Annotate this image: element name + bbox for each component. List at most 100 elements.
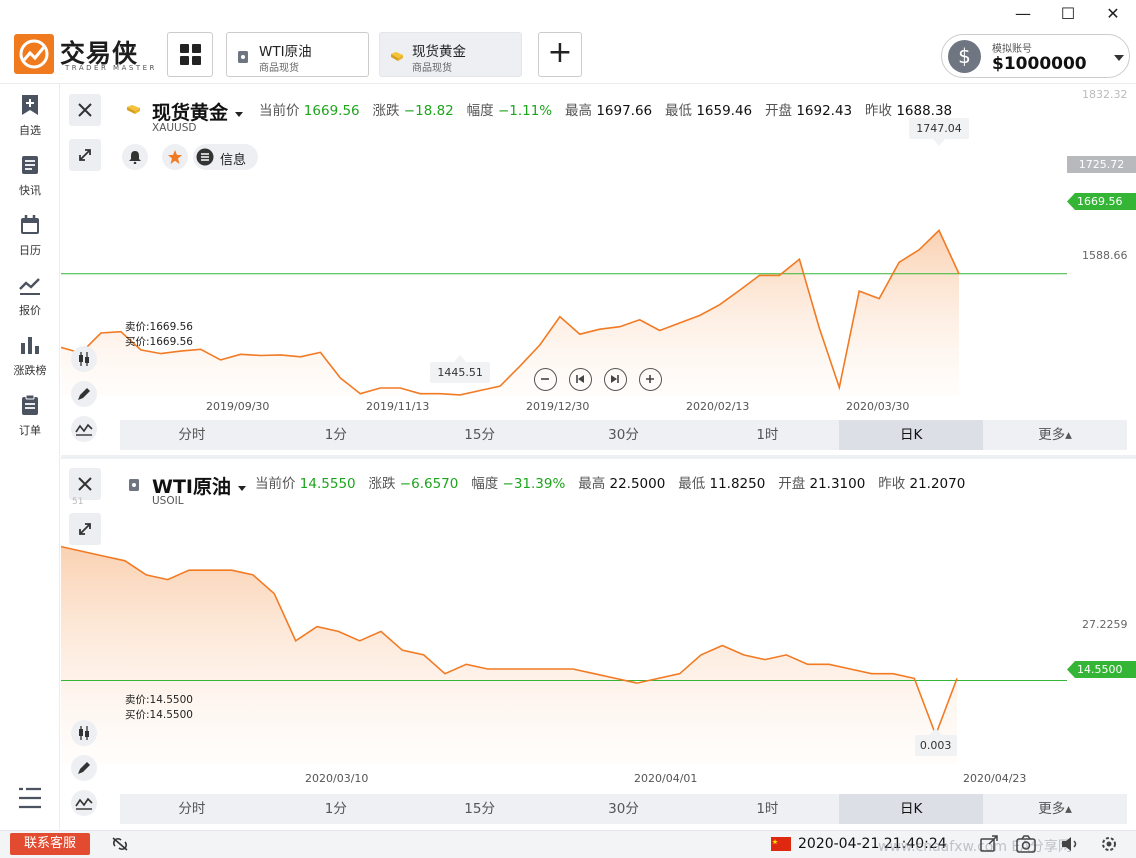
close-icon bbox=[78, 477, 92, 491]
quote-label: 开盘 bbox=[765, 103, 793, 119]
tab-label: 现货黄金 bbox=[412, 44, 466, 60]
brand-subtitle: TRADER MASTER bbox=[65, 64, 157, 72]
oil-area-fill bbox=[61, 546, 957, 764]
minimize-button[interactable]: — bbox=[1000, 0, 1046, 26]
timeframe-30m[interactable]: 30分 bbox=[552, 420, 696, 450]
account-selector[interactable]: $ 模拟账号 $1000000 bbox=[941, 34, 1130, 78]
sidebar-label: 日历 bbox=[19, 244, 41, 257]
tab-type: 商品现货 bbox=[259, 63, 299, 74]
sidebar-label: 涨跌榜 bbox=[13, 364, 47, 377]
instrument-selector[interactable]: 现货黄金 bbox=[152, 98, 244, 125]
order-clipboard-icon bbox=[22, 394, 38, 415]
quote-label: 最低 bbox=[665, 103, 693, 119]
account-label: 模拟账号 bbox=[992, 44, 1032, 55]
draw-tool-button[interactable] bbox=[71, 755, 97, 781]
x-axis-tick-label: 2020/02/13 bbox=[686, 400, 750, 413]
timeframe-daily[interactable]: 日K bbox=[839, 420, 984, 450]
y-axis-label: 1832.32 bbox=[1082, 88, 1128, 101]
sidebar-item-quotes[interactable]: 报价 bbox=[0, 266, 60, 326]
sidebar-label: 报价 bbox=[19, 304, 41, 317]
candlestick-icon bbox=[79, 352, 89, 366]
jump-start-button[interactable] bbox=[569, 368, 592, 391]
maximize-button[interactable]: ☐ bbox=[1045, 0, 1091, 26]
zoom-in-button[interactable] bbox=[639, 368, 662, 391]
sell-price: 卖价:14.5500 bbox=[125, 694, 193, 706]
timeframe-1h[interactable]: 1时 bbox=[695, 794, 839, 824]
tab-wti-oil[interactable]: WTI原油 商品现货 bbox=[226, 32, 369, 77]
indicator-icon bbox=[75, 423, 93, 436]
candlestick-toggle-button[interactable] bbox=[71, 346, 97, 372]
menu-list-button[interactable] bbox=[17, 786, 43, 814]
sidebar-label: 快讯 bbox=[19, 184, 41, 197]
buy-price: 买价:14.5500 bbox=[125, 709, 193, 721]
favorite-star-button[interactable] bbox=[162, 144, 188, 170]
candlestick-icon bbox=[79, 726, 89, 740]
timeframe-30m[interactable]: 30分 bbox=[552, 794, 696, 824]
sidebar-item-news[interactable]: 快讯 bbox=[0, 146, 60, 206]
quote-label: 当前价 bbox=[255, 476, 296, 492]
quote-label: 当前价 bbox=[259, 103, 300, 119]
skip-forward-icon bbox=[611, 375, 619, 383]
indicator-button[interactable] bbox=[71, 416, 97, 442]
info-button[interactable]: 信息 bbox=[193, 144, 258, 170]
timeframe-more[interactable]: 更多▴ bbox=[983, 420, 1127, 450]
speaker-icon[interactable] bbox=[1060, 835, 1080, 853]
close-panel-button[interactable] bbox=[69, 468, 101, 500]
zoom-out-button[interactable] bbox=[534, 368, 557, 391]
y-axis-label: 1588.66 bbox=[1082, 249, 1128, 262]
gold-max-callout: 1747.04 bbox=[909, 118, 970, 139]
dollar-coin-icon: $ bbox=[948, 40, 981, 73]
add-tab-button[interactable]: + bbox=[538, 32, 582, 77]
price-change: −18.82 bbox=[403, 103, 454, 119]
maximize-icon: ☐ bbox=[1060, 3, 1076, 23]
timeframe-15m[interactable]: 15分 bbox=[408, 420, 552, 450]
timeframe-1m[interactable]: 1分 bbox=[264, 420, 408, 450]
timeframe-daily[interactable]: 日K bbox=[839, 794, 984, 824]
jump-end-button[interactable] bbox=[604, 368, 627, 391]
sidebar-item-calendar[interactable]: 日历 bbox=[0, 206, 60, 266]
timeframe-1h[interactable]: 1时 bbox=[695, 420, 839, 450]
calendar-icon bbox=[21, 215, 39, 234]
timeframe-tick[interactable]: 分时 bbox=[120, 794, 264, 824]
expand-panel-button[interactable] bbox=[69, 513, 101, 545]
expand-panel-button[interactable] bbox=[69, 139, 101, 171]
share-icon[interactable] bbox=[980, 835, 998, 853]
y-axis-label: 51 bbox=[72, 497, 84, 507]
prev-close: 21.2070 bbox=[909, 476, 966, 492]
sidebar-item-watchlist[interactable]: 自选 bbox=[0, 86, 60, 146]
brand-logo-icon bbox=[19, 39, 49, 69]
sidebar-item-rankings[interactable]: 涨跌榜 bbox=[0, 326, 60, 386]
current-price-tag: 14.5500 bbox=[1067, 661, 1136, 678]
draw-tool-button[interactable] bbox=[71, 381, 97, 407]
close-icon bbox=[78, 103, 92, 117]
settings-icon[interactable] bbox=[1100, 835, 1118, 853]
alert-bell-button[interactable] bbox=[122, 144, 148, 170]
caret-down-icon bbox=[238, 486, 247, 491]
sidebar-label: 订单 bbox=[19, 424, 41, 437]
timeframe-more[interactable]: 更多▴ bbox=[983, 794, 1127, 824]
close-window-button[interactable]: ✕ bbox=[1090, 0, 1136, 26]
customer-service-button[interactable]: 联系客服 bbox=[10, 833, 90, 855]
x-axis-tick-label: 2020/04/23 bbox=[963, 772, 1027, 785]
sidebar-item-orders[interactable]: 订单 bbox=[0, 386, 60, 446]
network-status-button[interactable] bbox=[110, 835, 130, 857]
high-price: 1697.66 bbox=[596, 103, 653, 119]
info-label: 信息 bbox=[220, 153, 247, 168]
trading-app-window: — ☐ ✕ 交易侠 TRADER MASTER WTI原油 商品现货 现货黄金 … bbox=[0, 0, 1136, 858]
close-panel-button[interactable] bbox=[69, 94, 101, 126]
camera-icon[interactable] bbox=[1016, 835, 1036, 853]
china-flag-icon bbox=[771, 837, 791, 851]
gold-chart[interactable] bbox=[61, 84, 1136, 454]
y-axis-label: 27.2259 bbox=[1082, 618, 1128, 631]
skip-back-icon bbox=[576, 375, 584, 383]
x-axis-tick-label: 2020/03/10 bbox=[305, 772, 369, 785]
sell-price: 卖价:1669.56 bbox=[125, 321, 193, 333]
timeframe-15m[interactable]: 15分 bbox=[408, 794, 552, 824]
candlestick-toggle-button[interactable] bbox=[71, 720, 97, 746]
timeframe-tick[interactable]: 分时 bbox=[120, 420, 264, 450]
timeframe-1m[interactable]: 1分 bbox=[264, 794, 408, 824]
layout-grid-button[interactable] bbox=[167, 32, 213, 77]
quote-label: 涨跌 bbox=[368, 476, 396, 492]
indicator-button[interactable] bbox=[71, 790, 97, 816]
tab-spot-gold[interactable]: 现货黄金 商品现货 bbox=[379, 32, 522, 77]
